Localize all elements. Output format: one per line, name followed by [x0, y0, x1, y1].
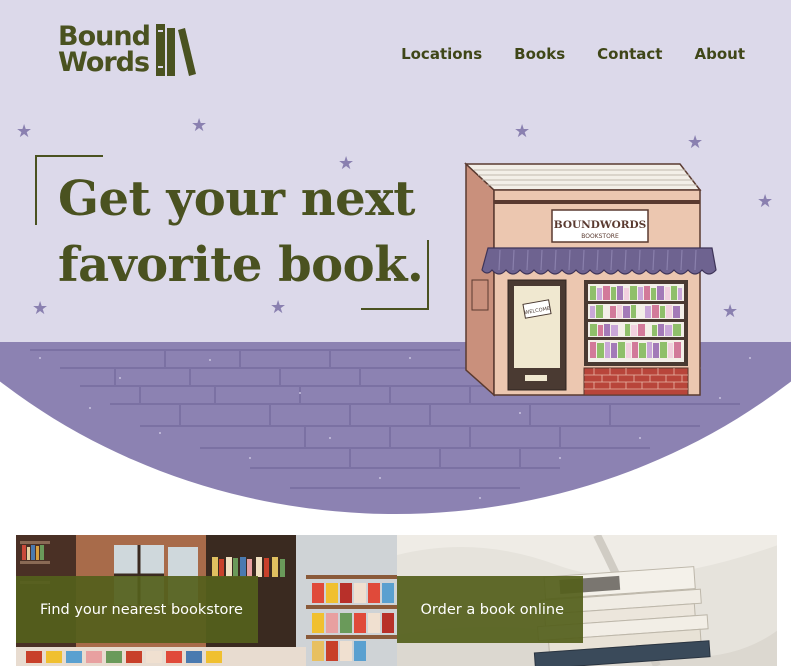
headline-line-2: favorite book. [58, 237, 424, 293]
store-sign-sub: BOOKSTORE [581, 233, 619, 240]
star-icon: ★ [514, 121, 531, 142]
store-sign-main: BOUNDWORDS [554, 219, 646, 231]
main-nav: Locations Books Contact About [401, 45, 745, 63]
hero-section: Bound Words Locations Books Contact Abou… [0, 0, 791, 520]
find-bookstore-card[interactable]: Find your nearest bookstore [16, 535, 397, 666]
star-icon: ★ [32, 298, 49, 319]
star-icon: ★ [16, 121, 33, 142]
nav-about[interactable]: About [694, 45, 745, 63]
star-icon: ★ [722, 301, 739, 322]
bookstore-illustration: BOUNDWORDS BOOKSTORE WELCOME [464, 162, 717, 397]
brand-logo[interactable]: Bound Words [58, 22, 198, 78]
find-bookstore-label[interactable]: Find your nearest bookstore [16, 576, 258, 643]
order-online-label[interactable]: Order a book online [396, 576, 583, 643]
nav-contact[interactable]: Contact [597, 45, 662, 63]
hero-headline: Get your next favorite book. [58, 166, 424, 298]
nav-locations[interactable]: Locations [401, 45, 482, 63]
cta-cards: Find your nearest bookstore Order a book… [16, 535, 777, 666]
star-icon: ★ [191, 115, 208, 136]
books-icon [155, 24, 196, 76]
nav-books[interactable]: Books [514, 45, 565, 63]
star-icon: ★ [687, 132, 704, 153]
headline-line-1: Get your next [58, 171, 415, 227]
star-icon: ★ [338, 153, 355, 174]
logo-line-2: Words [58, 47, 150, 78]
star-icon: ★ [757, 191, 774, 212]
order-online-card[interactable]: Order a book online [396, 535, 777, 666]
logo-wordmark: Bound Words [58, 23, 151, 78]
star-icon: ★ [270, 297, 287, 318]
